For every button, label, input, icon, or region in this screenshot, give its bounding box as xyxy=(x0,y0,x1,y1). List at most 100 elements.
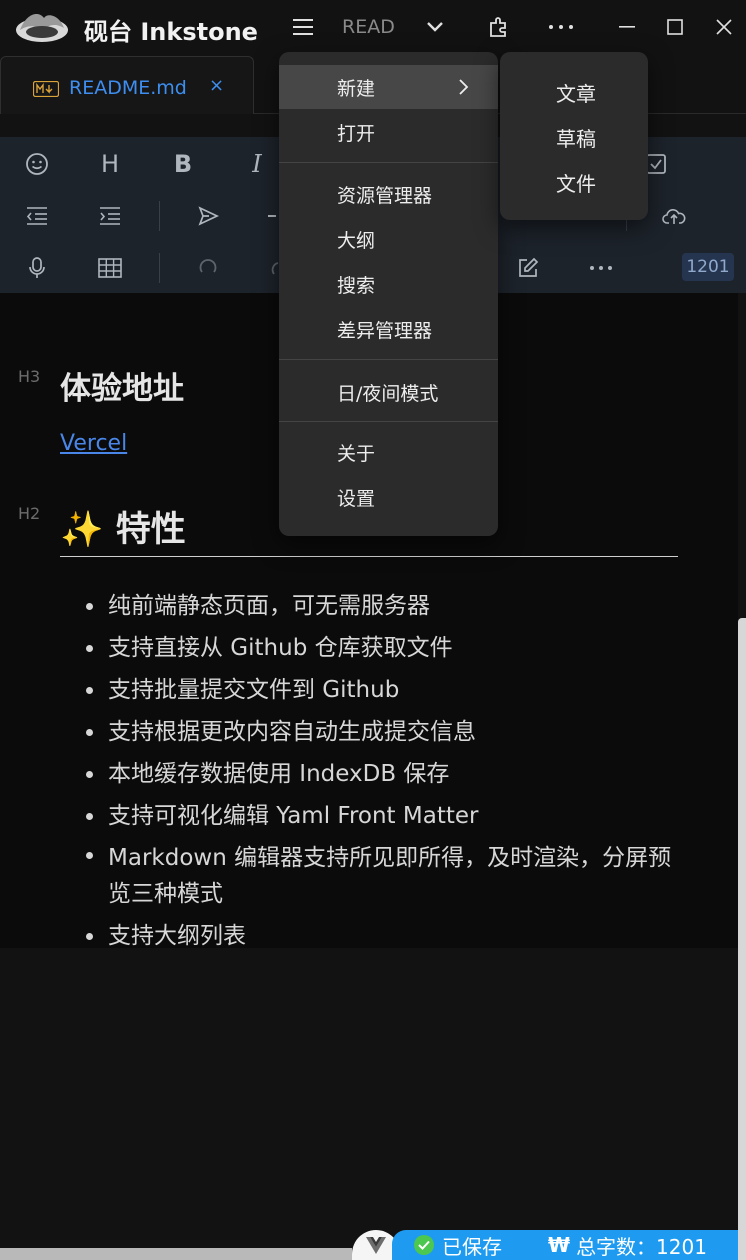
submenu-item-article[interactable]: 文章 xyxy=(556,78,596,107)
word-count-status: 总字数：1201 xyxy=(576,1234,707,1259)
outdent-button[interactable] xyxy=(17,196,57,236)
close-window-button[interactable] xyxy=(707,10,741,44)
puzzle-icon xyxy=(490,17,506,37)
vue-logo-icon xyxy=(366,1237,386,1254)
bold-icon: B xyxy=(173,150,193,178)
send-icon xyxy=(198,206,219,226)
heading-level-tag: H2 xyxy=(18,504,41,523)
horizontal-rule-button[interactable] xyxy=(262,196,276,236)
horizontal-rule-icon xyxy=(268,215,276,217)
title-dropdown-button[interactable] xyxy=(418,10,452,44)
status-bar: 已保存 ₩ 总字数：1201 xyxy=(0,1230,738,1260)
minimize-icon xyxy=(619,26,635,28)
word-count-icon: ₩ xyxy=(548,1233,571,1257)
menu-separator xyxy=(279,421,498,422)
italic-icon: I xyxy=(252,150,262,178)
menu-item-diff-manager[interactable]: 差异管理器 xyxy=(279,307,498,351)
table-button[interactable] xyxy=(90,248,130,288)
menu-item-label: 搜索 xyxy=(337,274,376,297)
toolbar-more-button[interactable] xyxy=(581,248,621,288)
undo-icon xyxy=(199,259,217,273)
outdent-icon xyxy=(26,207,47,225)
maximize-icon xyxy=(667,19,683,35)
vercel-link[interactable]: Vercel xyxy=(60,431,127,456)
chevron-down-icon xyxy=(427,22,443,32)
features-list: 纯前端静态页面，可无需服务器 支持直接从 Github 仓库获取文件 支持批量提… xyxy=(82,585,682,957)
send-button[interactable] xyxy=(188,196,228,236)
title-bar: 砚台 Inkstone READ xyxy=(0,0,746,54)
edit-mode-button[interactable] xyxy=(508,248,548,288)
table-icon xyxy=(98,258,122,278)
list-item: 本地缓存数据使用 IndexDB 保存 xyxy=(82,753,682,795)
hamburger-icon xyxy=(293,19,313,35)
menu-item-theme-toggle[interactable]: 日/夜间模式 xyxy=(279,370,498,414)
menu-item-label: 大纲 xyxy=(337,229,376,252)
tab-readme[interactable]: README.md × xyxy=(0,56,254,114)
menu-item-about[interactable]: 关于 xyxy=(279,430,498,474)
menu-item-label: 差异管理器 xyxy=(337,319,433,342)
heading-icon: H xyxy=(100,150,120,178)
upload-button[interactable] xyxy=(654,196,694,236)
extension-button[interactable] xyxy=(482,10,516,44)
more-icon xyxy=(590,266,612,270)
heading-button[interactable]: H xyxy=(90,144,130,184)
hamburger-menu-button[interactable] xyxy=(286,10,320,44)
indent-icon xyxy=(100,207,120,225)
more-icon xyxy=(549,25,573,29)
menu-item-new[interactable]: 新建 xyxy=(279,65,498,109)
record-button[interactable] xyxy=(17,248,57,288)
toolbar-divider xyxy=(159,201,160,231)
undo-button[interactable] xyxy=(188,248,228,288)
toolbar-divider xyxy=(159,253,160,283)
list-item: 支持大纲列表 xyxy=(82,915,682,957)
minimize-button[interactable] xyxy=(610,10,644,44)
redo-icon xyxy=(271,262,279,275)
menu-item-outline[interactable]: 大纲 xyxy=(279,217,498,261)
emoji-icon xyxy=(26,153,48,175)
list-item: 支持根据更改内容自动生成提交信息 xyxy=(82,711,682,753)
menu-item-label: 设置 xyxy=(337,487,376,510)
menu-item-search[interactable]: 搜索 xyxy=(279,262,498,306)
inkstone-logo-icon xyxy=(16,14,68,42)
check-circle-icon xyxy=(414,1235,434,1255)
submenu-item-file[interactable]: 文件 xyxy=(556,168,596,197)
list-item: 支持直接从 Github 仓库获取文件 xyxy=(82,627,682,669)
vertical-scrollbar[interactable] xyxy=(738,618,746,1260)
more-button[interactable] xyxy=(544,10,578,44)
checkbox-icon xyxy=(646,154,666,174)
menu-item-label: 关于 xyxy=(337,442,376,465)
edit-icon xyxy=(519,257,539,277)
emoji-button[interactable] xyxy=(17,144,57,184)
main-menu: 新建 打开 资源管理器 大纲 搜索 差异管理器 日/夜间模式 关于 设置 xyxy=(279,52,498,536)
chevron-right-icon xyxy=(459,79,469,95)
tab-close-icon[interactable]: × xyxy=(209,75,224,96)
list-item: 支持可视化编辑 Yaml Front Matter xyxy=(82,795,682,837)
app-title: 砚台 Inkstone xyxy=(84,18,258,46)
redo-button[interactable] xyxy=(262,248,280,288)
menu-separator xyxy=(279,162,498,163)
list-item: 支持批量提交文件到 Github xyxy=(82,669,682,711)
sparkles-icon: ✨ xyxy=(60,510,104,550)
horizontal-scrollbar[interactable] xyxy=(0,1248,352,1260)
menu-separator xyxy=(279,359,498,360)
close-icon xyxy=(716,19,732,35)
indent-button[interactable] xyxy=(90,196,130,236)
features-heading: ✨ 特性 xyxy=(60,501,186,552)
list-item: Markdown 编辑器支持所见即所得，及时渲染，分屏预览三种模式 xyxy=(82,837,682,915)
word-count-badge: 1201 xyxy=(682,253,734,281)
microphone-icon xyxy=(29,257,45,278)
list-item: 纯前端静态页面，可无需服务器 xyxy=(82,585,682,627)
menu-item-explorer[interactable]: 资源管理器 xyxy=(279,172,498,216)
italic-button[interactable]: I xyxy=(237,144,277,184)
bold-button[interactable]: B xyxy=(163,144,203,184)
menu-item-settings[interactable]: 设置 xyxy=(279,475,498,519)
app-window: 砚台 Inkstone READ README.md × H B I 1201 … xyxy=(0,0,746,1260)
document-title: READ xyxy=(342,16,394,38)
section-heading: 体验地址 xyxy=(60,371,184,407)
maximize-button[interactable] xyxy=(658,10,692,44)
saved-status: 已保存 xyxy=(442,1234,502,1259)
markdown-icon xyxy=(33,81,59,97)
menu-item-label: 打开 xyxy=(337,122,376,145)
menu-item-open[interactable]: 打开 xyxy=(279,110,498,154)
submenu-item-draft[interactable]: 草稿 xyxy=(556,123,596,152)
